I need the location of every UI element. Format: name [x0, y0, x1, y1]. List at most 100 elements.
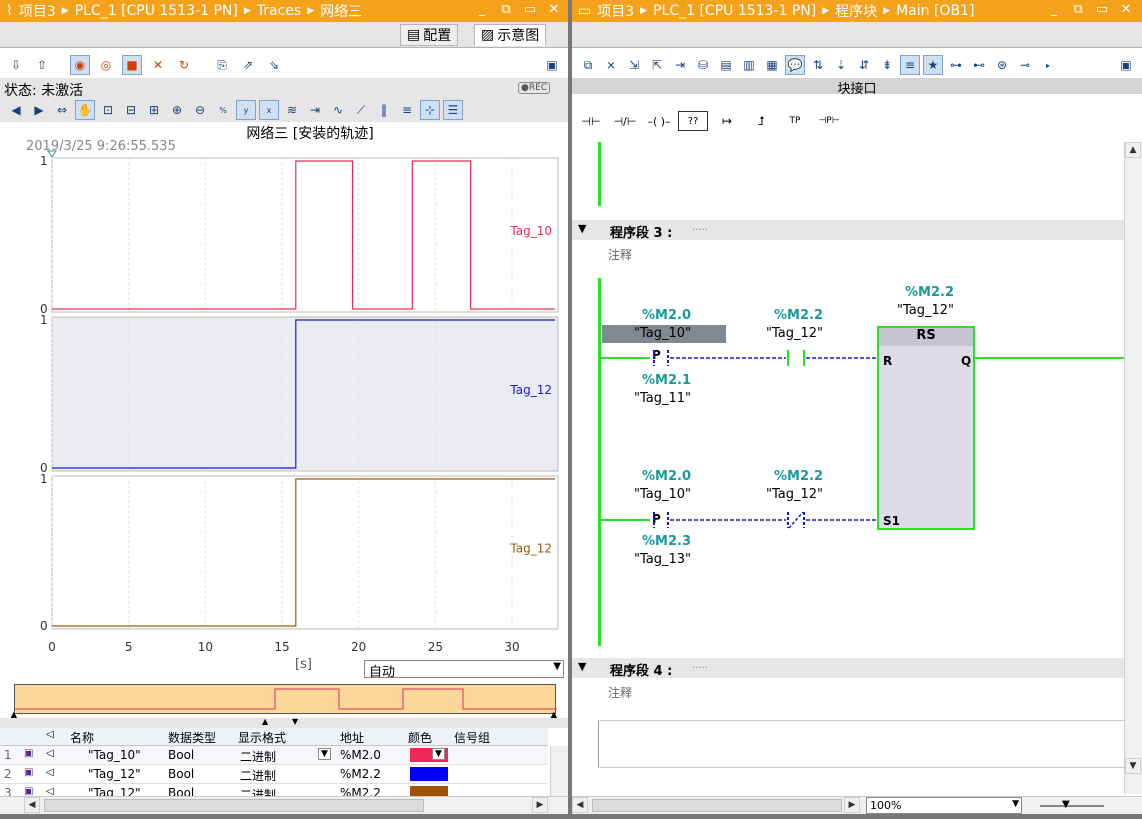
rs-block[interactable]: RS R Q S1 [877, 326, 975, 530]
open-branch-button[interactable]: ↦ [712, 111, 742, 131]
zoom-v-icon[interactable]: ⊞ [144, 100, 164, 120]
row-name[interactable]: "Tag_10" [88, 748, 141, 762]
table-vscroll[interactable] [550, 746, 568, 796]
auto-select[interactable]: 自动 ▼ [364, 660, 564, 680]
minimize-icon[interactable]: _ [1046, 2, 1062, 17]
splitter-up-icon[interactable]: ▲ [262, 717, 268, 726]
favorites-icon[interactable]: ⇣ [831, 55, 851, 75]
table-row[interactable]: 2 "Tag_12" Bool 二进制 %M2.2 ▣ ◁ [0, 765, 548, 784]
goto-icon[interactable]: ⇥ [670, 55, 690, 75]
monitor-icon[interactable]: ◉ [70, 55, 90, 75]
signal-view-icon[interactable]: ≋ [282, 100, 302, 120]
nc-contact-button[interactable]: ⊣/⊢ [610, 111, 640, 131]
h-scroll-thumb[interactable] [592, 799, 842, 812]
segment-4-header[interactable]: ▼ 程序段 4 : ..... [572, 658, 1126, 679]
rows-icon[interactable]: ≡ [397, 100, 417, 120]
visibility-icon[interactable]: ◁ [46, 748, 54, 759]
zoom-y100-icon[interactable]: y [236, 100, 256, 120]
stop-record-icon[interactable]: ■ [122, 55, 142, 75]
diagonal-icon[interactable]: ⟋ [351, 100, 371, 120]
zoom-fit-icon[interactable]: ⇔ [52, 100, 72, 120]
zoom-slider-thumb[interactable]: ▼ [1062, 799, 1070, 810]
scroll-left-icon[interactable]: ◀ [572, 797, 588, 813]
close-icon[interactable]: ✕ [1118, 2, 1134, 17]
sort-icon[interactable]: ⇅ [808, 55, 828, 75]
columns-icon[interactable]: ‖ [374, 100, 394, 120]
breadcrumb-network[interactable]: 网络三 [320, 1, 362, 21]
breadcrumb-blocks[interactable]: 程序块 [835, 1, 877, 21]
collapse-icon[interactable]: ▼ [578, 660, 586, 673]
zoom-100-icon[interactable]: % [213, 100, 233, 120]
segment-4-comment[interactable]: 注释 [608, 684, 632, 701]
color-swatch[interactable] [410, 767, 448, 781]
hand-icon[interactable]: ✋ [75, 100, 95, 120]
row-type[interactable]: Bool [168, 748, 194, 762]
breadcrumb-traces[interactable]: Traces [257, 3, 301, 19]
table-row[interactable]: 1 "Tag_10" Bool 二进制 %M2.0 ▣ ◁ ▼ ▼ [0, 746, 548, 765]
open-all-icon[interactable]: ⇲ [624, 55, 644, 75]
tile-icon[interactable]: ▭ [522, 2, 538, 17]
delete-network-icon[interactable]: ⨯ [601, 55, 621, 75]
comment-icon[interactable]: 💬 [785, 55, 805, 75]
record-icon[interactable]: ◎ [96, 55, 116, 75]
tile-icon[interactable]: ▭ [1094, 2, 1110, 17]
force-icon[interactable]: ⊛ [992, 55, 1012, 75]
editor-vscroll[interactable]: ▲ ▼ [1124, 142, 1142, 794]
zoom-out-icon[interactable]: ⊖ [190, 100, 210, 120]
export-icon[interactable]: ⇗ [238, 55, 258, 75]
no-contact-button[interactable]: ⊣⊢ [576, 111, 606, 131]
scroll-down-icon[interactable]: ▼ [1125, 758, 1141, 774]
close-branch-button[interactable]: ⮥ [746, 111, 776, 131]
trace-chart[interactable]: 01Tag_1001Tag_1201Tag_120 5 10 15 20 25 30 [0, 150, 568, 660]
zoom-h-icon[interactable]: ⊟ [121, 100, 141, 120]
curve-icon[interactable]: ∿ [328, 100, 348, 120]
import-icon[interactable]: ⇘ [264, 55, 284, 75]
block-interface-bar[interactable]: 块接口 [572, 78, 1142, 97]
close-icon[interactable]: ✕ [546, 2, 562, 17]
zoom-x100-icon[interactable]: x [259, 100, 279, 120]
empty-box-button[interactable]: ?? [678, 111, 708, 131]
breadcrumb-plc[interactable]: PLC_1 [CPU 1513-1 PN] [75, 3, 238, 19]
table-icon[interactable]: ▦ [762, 55, 782, 75]
close-all-icon[interactable]: ⇱ [647, 55, 667, 75]
breakpoint-icon[interactable]: ⇟ [877, 55, 897, 75]
monitor-on-icon[interactable]: ⊶ [946, 55, 966, 75]
absolute-icon[interactable]: ▤ [716, 55, 736, 75]
upload-icon[interactable]: ⇧ [32, 55, 52, 75]
splitter-down-icon[interactable]: ▼ [292, 717, 298, 726]
panel-options-icon[interactable]: ▣ [1116, 55, 1136, 75]
row-name[interactable]: "Tag_12" [88, 767, 141, 781]
zoom-in-icon[interactable]: ⊕ [167, 100, 187, 120]
scroll-left-icon[interactable]: ◀ [24, 797, 40, 813]
star-icon[interactable]: ★ [923, 55, 943, 75]
pin-icon[interactable]: ⌇ [6, 3, 13, 19]
tab-diagram[interactable]: ▨ 示意图 [474, 24, 547, 46]
float-icon[interactable]: ⧉ [498, 2, 514, 17]
link-icon[interactable]: ⊸ [1015, 55, 1035, 75]
panel-options-icon[interactable]: ▣ [542, 55, 562, 75]
more-icon[interactable]: ▸ [1038, 55, 1058, 75]
back-icon[interactable]: ◀ [6, 100, 26, 120]
insert-network-icon[interactable]: ⧉ [578, 55, 598, 75]
row-format[interactable]: 二进制 [240, 767, 276, 784]
compare-icon[interactable]: ⇵ [854, 55, 874, 75]
coil-button[interactable]: –( )– [644, 111, 674, 131]
measure-icon[interactable]: ⇥ [305, 100, 325, 120]
minimize-icon[interactable]: _ [474, 2, 490, 17]
forward-icon[interactable]: ▶ [29, 100, 49, 120]
row-address[interactable]: %M2.2 [340, 767, 381, 781]
db-icon[interactable]: ⛁ [693, 55, 713, 75]
table-hscroll[interactable]: ◀ ▶ [0, 796, 568, 814]
symbol-icon[interactable]: ▥ [739, 55, 759, 75]
splitter[interactable]: ▲ ▼ [0, 717, 568, 728]
cursor-icon[interactable]: ⊹ [420, 100, 440, 120]
chevron-down-icon[interactable]: ▼ [432, 748, 445, 760]
monitor-off-icon[interactable]: ⊷ [969, 55, 989, 75]
breadcrumb-project[interactable]: 项目3 [597, 1, 634, 21]
list-icon[interactable]: ☰ [443, 100, 463, 120]
row-format[interactable]: 二进制 [240, 748, 276, 765]
visibility-icon[interactable]: ◁ [46, 767, 54, 778]
scroll-thumb[interactable] [44, 799, 424, 812]
float-icon[interactable]: ⧉ [1070, 2, 1086, 17]
window-icon[interactable]: ▭ [578, 3, 591, 19]
